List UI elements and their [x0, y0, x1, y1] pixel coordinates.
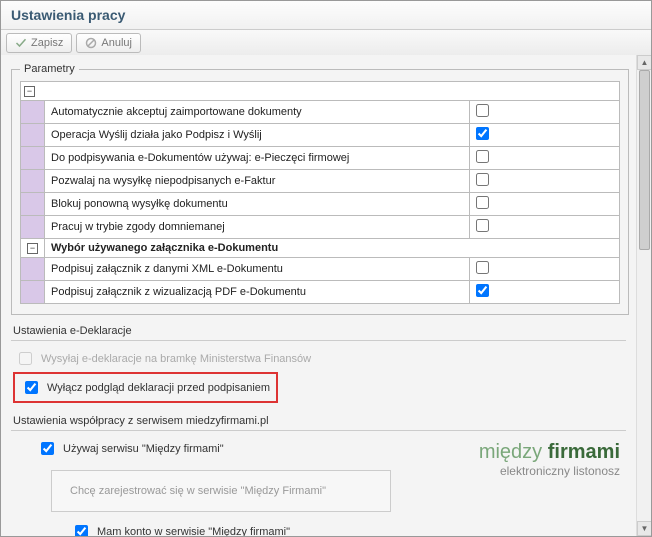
param-checkbox[interactable] — [476, 150, 489, 163]
param-label: Automatycznie akceptuj zaimportowane dok… — [45, 101, 470, 124]
param-label: Operacja Wyślij działa jako Podpisz i Wy… — [45, 124, 470, 147]
param-label: Podpisuj załącznik z wizualizacją PDF e-… — [45, 281, 470, 304]
logo-word-1: między — [479, 441, 542, 463]
table-row: Pracuj w trybie zgody domniemanej — [21, 216, 620, 239]
check-icon — [15, 37, 27, 49]
content-area: Parametry − Automatycznie akceptuj zaimp… — [1, 55, 636, 536]
param-checkbox[interactable] — [476, 284, 489, 297]
have-account-checkbox[interactable] — [75, 525, 88, 536]
disable-preview-checkbox[interactable] — [25, 381, 38, 394]
param-checkbox[interactable] — [476, 173, 489, 186]
use-service-row: Używaj serwisu "Między firmami" — [33, 437, 479, 460]
group-header-row: − Wybór używanego załącznika e-Dokumentu — [21, 239, 620, 258]
cancel-button[interactable]: Anuluj — [76, 33, 141, 53]
table-row: Automatycznie akceptuj zaimportowane dok… — [21, 101, 620, 124]
row-stripe — [21, 258, 45, 281]
param-label: Blokuj ponowną wysyłkę dokumentu — [45, 193, 470, 216]
group-header: Wybór używanego załącznika e-Dokumentu — [45, 239, 620, 258]
scroll-up-icon[interactable]: ▲ — [637, 55, 652, 70]
save-label: Zapisz — [31, 37, 63, 49]
disable-preview-highlight: Wyłącz podgląd deklaracji przed podpisan… — [13, 372, 278, 403]
param-label: Pracuj w trybie zgody domniemanej — [45, 216, 470, 239]
use-service-checkbox[interactable] — [41, 442, 54, 455]
toolbar: Zapisz Anuluj — [1, 30, 651, 57]
parameters-fieldset: Parametry − Automatycznie akceptuj zaimp… — [11, 63, 629, 315]
use-service-label: Używaj serwisu "Między firmami" — [63, 443, 224, 455]
settings-window: Ustawienia pracy Zapisz Anuluj Parametry… — [0, 0, 652, 537]
separator — [11, 430, 626, 431]
parameters-legend: Parametry — [20, 63, 79, 75]
send-gateway-checkbox — [19, 352, 32, 365]
logo-subtitle: elektroniczny listonosz — [479, 464, 620, 478]
logo-word-2: firmami — [548, 441, 620, 463]
row-stripe — [21, 193, 45, 216]
disable-preview-label: Wyłącz podgląd deklaracji przed podpisan… — [47, 382, 270, 394]
window-title: Ustawienia pracy — [1, 1, 651, 30]
scroll-thumb[interactable] — [639, 70, 650, 250]
have-account-label: Mam konto w serwisie "Między firmami" — [97, 526, 290, 537]
collapse-icon[interactable]: − — [27, 243, 38, 254]
row-stripe — [21, 170, 45, 193]
scroll-down-icon[interactable]: ▼ — [637, 521, 652, 536]
row-stripe — [21, 281, 45, 304]
mf-section-label: Ustawienia współpracy z serwisem miedzyf… — [13, 415, 626, 427]
table-row: Podpisuj załącznik z danymi XML e-Dokume… — [21, 258, 620, 281]
table-row: Blokuj ponowną wysyłkę dokumentu — [21, 193, 620, 216]
row-stripe — [21, 216, 45, 239]
param-label: Podpisuj załącznik z danymi XML e-Dokume… — [45, 258, 470, 281]
vertical-scrollbar[interactable]: ▲ ▼ — [636, 55, 651, 536]
register-box[interactable]: Chcę zarejestrować się w serwisie "Międz… — [51, 470, 391, 512]
cancel-label: Anuluj — [101, 37, 132, 49]
separator — [11, 340, 626, 341]
param-checkbox[interactable] — [476, 261, 489, 274]
collapse-icon[interactable]: − — [24, 86, 35, 97]
edeclarations-label: Ustawienia e-Deklaracje — [13, 325, 626, 337]
send-gateway-label: Wysyłaj e-deklaracje na bramkę Ministers… — [41, 353, 311, 365]
cancel-icon — [85, 37, 97, 49]
param-checkbox[interactable] — [476, 196, 489, 209]
save-button[interactable]: Zapisz — [6, 33, 72, 53]
have-account-row: Mam konto w serwisie "Między firmami" — [67, 520, 626, 536]
param-label: Pozwalaj na wysyłkę niepodpisanych e-Fak… — [45, 170, 470, 193]
mf-logo: między firmami elektroniczny listonosz — [479, 441, 620, 478]
table-row: Operacja Wyślij działa jako Podpisz i Wy… — [21, 124, 620, 147]
table-row: Podpisuj załącznik z wizualizacją PDF e-… — [21, 281, 620, 304]
table-row: Pozwalaj na wysyłkę niepodpisanych e-Fak… — [21, 170, 620, 193]
row-stripe — [21, 147, 45, 170]
param-checkbox[interactable] — [476, 104, 489, 117]
row-stripe — [21, 101, 45, 124]
parameters-grid: − Automatycznie akceptuj zaimportowane d… — [20, 81, 620, 304]
param-checkbox[interactable] — [476, 127, 489, 140]
table-row: Do podpisywania e-Dokumentów używaj: e-P… — [21, 147, 620, 170]
param-checkbox[interactable] — [476, 219, 489, 232]
row-stripe — [21, 124, 45, 147]
param-label: Do podpisywania e-Dokumentów używaj: e-P… — [45, 147, 470, 170]
send-gateway-row: Wysyłaj e-deklaracje na bramkę Ministers… — [11, 347, 626, 370]
